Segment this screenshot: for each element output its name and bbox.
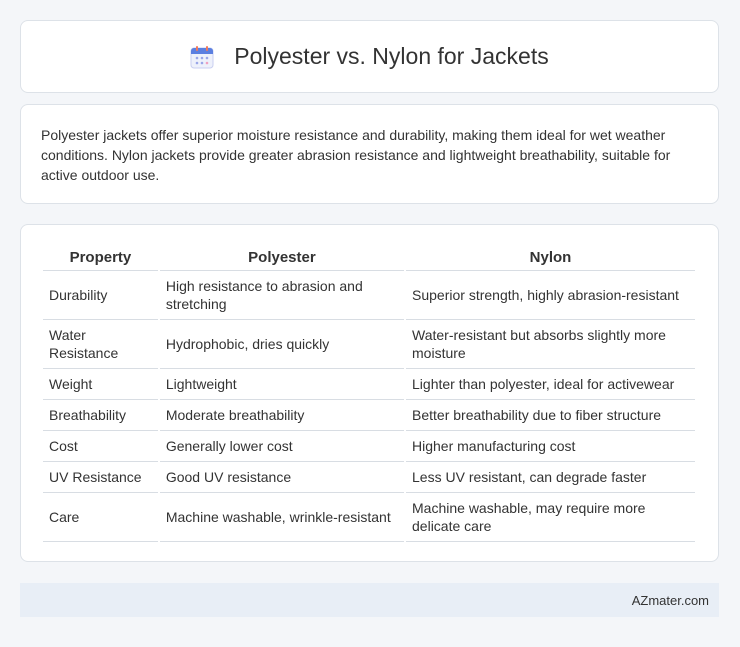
column-header: Polyester	[159, 245, 405, 271]
footer: AZmater.com	[20, 583, 719, 617]
table-cell: UV Resistance	[43, 462, 158, 493]
table-cell: Water-resistant but absorbs slightly mor…	[406, 320, 695, 369]
intro-text: Polyester jackets offer superior moistur…	[41, 127, 671, 183]
intro-card: Polyester jackets offer superior moistur…	[20, 104, 719, 204]
table-cell: Weight	[43, 369, 158, 400]
table-card: Property Polyester Nylon Durability High…	[20, 224, 719, 562]
calendar-icon	[190, 45, 214, 69]
table-cell: Cost	[43, 431, 158, 462]
table-cell: Better breathability due to fiber struct…	[406, 400, 695, 431]
table-cell: Durability	[43, 271, 158, 320]
comparison-table: Property Polyester Nylon Durability High…	[41, 245, 697, 542]
table-row: Care Machine washable, wrinkle-resistant…	[43, 493, 695, 542]
table-cell: Breathability	[43, 400, 158, 431]
column-header: Nylon	[406, 245, 695, 271]
table-row: Weight Lightweight Lighter than polyeste…	[43, 369, 695, 400]
table-row: Cost Generally lower cost Higher manufac…	[43, 431, 695, 462]
table-row: Breathability Moderate breathability Bet…	[43, 400, 695, 431]
table-row: UV Resistance Good UV resistance Less UV…	[43, 462, 695, 493]
table-cell: Higher manufacturing cost	[406, 431, 695, 462]
title-card: Polyester vs. Nylon for Jackets	[20, 20, 719, 93]
table-cell: Hydrophobic, dries quickly	[159, 320, 405, 369]
table-cell: Water Resistance	[43, 320, 158, 369]
table-cell: Lightweight	[159, 369, 405, 400]
table-cell: Superior strength, highly abrasion-resis…	[406, 271, 695, 320]
table-cell: Generally lower cost	[159, 431, 405, 462]
table-row: Water Resistance Hydrophobic, dries quic…	[43, 320, 695, 369]
table-cell: Less UV resistant, can degrade faster	[406, 462, 695, 493]
footer-site-link[interactable]: AZmater.com	[632, 593, 709, 608]
table-cell: Machine washable, may require more delic…	[406, 493, 695, 542]
page-title: Polyester vs. Nylon for Jackets	[234, 43, 549, 69]
table-cell: Lighter than polyester, ideal for active…	[406, 369, 695, 400]
column-header: Property	[43, 245, 158, 271]
table-row: Durability High resistance to abrasion a…	[43, 271, 695, 320]
table-cell: Machine washable, wrinkle-resistant	[159, 493, 405, 542]
table-cell: Good UV resistance	[159, 462, 405, 493]
table-cell: Moderate breathability	[159, 400, 405, 431]
table-cell: High resistance to abrasion and stretchi…	[159, 271, 405, 320]
table-cell: Care	[43, 493, 158, 542]
